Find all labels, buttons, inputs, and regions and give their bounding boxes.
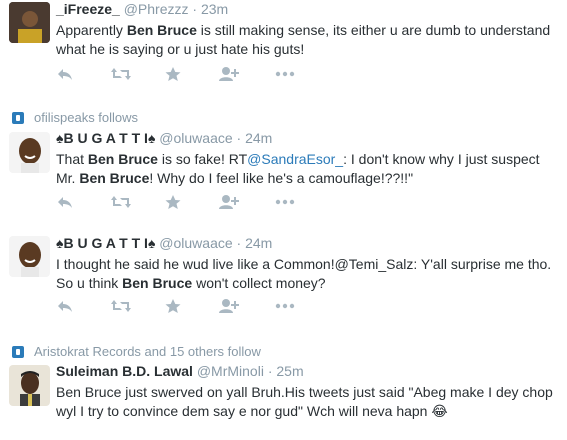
avatar[interactable] [9, 132, 50, 173]
user-name[interactable]: ♠B U G A T T I♠ [56, 235, 155, 251]
more-icon[interactable] [274, 298, 296, 314]
tweet-header: _iFreeze_ @Phrezzz · 23m [56, 1, 229, 17]
more-icon[interactable] [274, 66, 296, 82]
tweet-time[interactable]: 23m [201, 1, 228, 17]
highlight: Ben Bruce [122, 275, 193, 291]
tweet-header: ♠B U G A T T I♠ @oluwaace · 24m [56, 235, 273, 251]
tweet-time[interactable]: 25m [276, 363, 303, 379]
context-line: Aristokrat Records and 15 others follow [12, 344, 261, 359]
tweet-time[interactable]: 24m [245, 235, 272, 251]
more-icon[interactable] [274, 194, 296, 210]
tweet-header: Suleiman B.D. Lawal @MrMinoli · 25m [56, 363, 304, 379]
favorite-icon[interactable] [164, 66, 186, 82]
highlight: Ben Bruce [79, 170, 150, 186]
tweet-text: Apparently Ben Bruce is still making sen… [56, 22, 551, 57]
user-name[interactable]: _iFreeze_ [56, 1, 120, 17]
user-handle[interactable]: @MrMinoli [197, 363, 264, 379]
user-handle[interactable]: @Phrezzz [124, 1, 189, 17]
user-name[interactable]: Suleiman B.D. Lawal [56, 363, 193, 379]
avatar[interactable] [9, 2, 50, 43]
tweet-item[interactable]: _iFreeze_ @Phrezzz · 23m Apparently Ben … [0, 0, 567, 95]
context-line: ofilispeaks follows [12, 110, 138, 125]
highlight: Ben Bruce [87, 151, 158, 167]
reply-icon[interactable] [56, 194, 78, 210]
follow-icon[interactable] [218, 298, 240, 314]
follow-icon[interactable] [218, 194, 240, 210]
tweet-text: That Ben Bruce is so fake! RT@SandraEsor… [56, 151, 540, 186]
user-handle[interactable]: @oluwaace [159, 235, 232, 251]
user-name[interactable]: ♠B U G A T T I♠ [56, 130, 155, 146]
tweet-item[interactable]: ♠B U G A T T I♠ @oluwaace · 24m I though… [0, 218, 567, 331]
follow-icon[interactable] [218, 66, 240, 82]
tweet-time[interactable]: 24m [245, 130, 272, 146]
retweet-icon[interactable] [110, 298, 132, 314]
avatar[interactable] [9, 365, 50, 406]
mention-link[interactable]: @SandraEsor_ [247, 151, 343, 167]
highlight: Ben Bruce [126, 22, 197, 38]
person-icon [12, 112, 24, 124]
person-icon [12, 346, 24, 358]
favorite-icon[interactable] [164, 298, 186, 314]
reply-icon[interactable] [56, 298, 78, 314]
retweet-icon[interactable] [110, 66, 132, 82]
tweet-item[interactable]: Aristokrat Records and 15 others follow … [0, 330, 567, 440]
retweet-icon[interactable] [110, 194, 132, 210]
favorite-icon[interactable] [164, 194, 186, 210]
tweet-text: I thought he said he wud live like a Com… [56, 256, 552, 291]
reply-icon[interactable] [56, 66, 78, 82]
user-handle[interactable]: @oluwaace [159, 130, 232, 146]
tweet-header: ♠B U G A T T I♠ @oluwaace · 24m [56, 130, 273, 146]
tweet-text: Ben Bruce just swerved on yall Bruh.His … [56, 384, 553, 419]
tweet-item[interactable]: ofilispeaks follows ♠B U G A T T I♠ @olu… [0, 94, 567, 219]
avatar[interactable] [9, 236, 50, 277]
